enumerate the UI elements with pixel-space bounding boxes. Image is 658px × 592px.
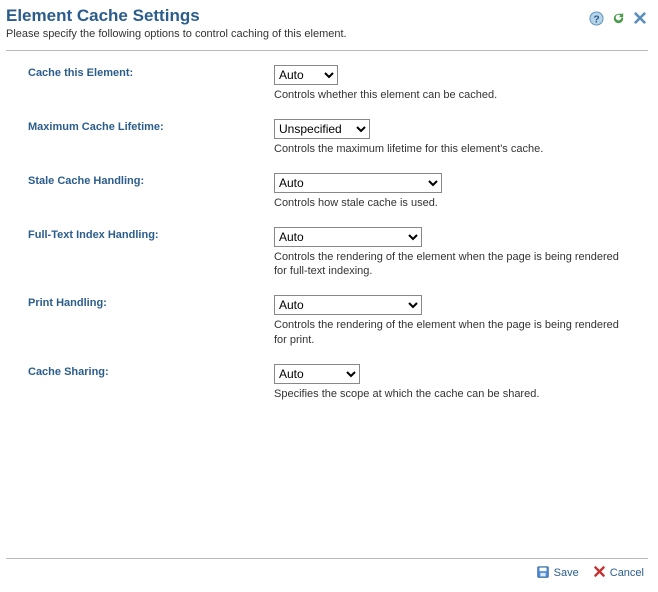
desc-print: Controls the rendering of the element wh… — [274, 318, 634, 348]
control-max-lifetime: Unspecified Controls the maximum lifetim… — [274, 119, 648, 157]
page-subtitle: Please specify the following options to … — [6, 28, 347, 40]
label-max-lifetime: Maximum Cache Lifetime: — [28, 119, 274, 133]
header: Element Cache Settings Please specify th… — [6, 6, 648, 46]
desc-max-lifetime: Controls the maximum lifetime for this e… — [274, 142, 634, 157]
footer: Save Cancel — [6, 565, 648, 584]
help-icon[interactable]: ? — [588, 10, 604, 26]
cancel-label: Cancel — [610, 567, 644, 579]
select-cache-this[interactable]: Auto — [274, 65, 338, 85]
label-stale: Stale Cache Handling: — [28, 173, 274, 187]
page-title: Element Cache Settings — [6, 6, 347, 26]
control-stale: Auto Controls how stale cache is used. — [274, 173, 648, 211]
select-print[interactable]: Auto — [274, 295, 422, 315]
cancel-icon — [593, 565, 606, 581]
divider — [6, 50, 648, 51]
svg-text:?: ? — [593, 14, 599, 25]
desc-fulltext: Controls the rendering of the element wh… — [274, 250, 634, 280]
select-fulltext[interactable]: Auto — [274, 227, 422, 247]
select-stale[interactable]: Auto — [274, 173, 442, 193]
desc-cache-this: Controls whether this element can be cac… — [274, 88, 634, 103]
cancel-button[interactable]: Cancel — [593, 565, 644, 581]
control-print: Auto Controls the rendering of the eleme… — [274, 295, 648, 348]
desc-stale: Controls how stale cache is used. — [274, 196, 634, 211]
save-icon — [536, 565, 550, 582]
label-sharing: Cache Sharing: — [28, 364, 274, 378]
control-fulltext: Auto Controls the rendering of the eleme… — [274, 227, 648, 280]
spacer — [6, 418, 648, 558]
label-cache-this: Cache this Element: — [28, 65, 274, 79]
header-actions: ? — [588, 6, 648, 26]
refresh-icon[interactable] — [610, 10, 626, 26]
save-button[interactable]: Save — [536, 565, 579, 582]
form: Cache this Element: Auto Controls whethe… — [6, 65, 648, 402]
settings-panel: Element Cache Settings Please specify th… — [0, 0, 658, 592]
header-text: Element Cache Settings Please specify th… — [6, 6, 347, 46]
close-icon[interactable] — [632, 10, 648, 26]
field-cache-this: Cache this Element: Auto Controls whethe… — [28, 65, 648, 103]
field-fulltext: Full-Text Index Handling: Auto Controls … — [28, 227, 648, 280]
save-label: Save — [554, 567, 579, 579]
control-cache-this: Auto Controls whether this element can b… — [274, 65, 648, 103]
field-print: Print Handling: Auto Controls the render… — [28, 295, 648, 348]
label-print: Print Handling: — [28, 295, 274, 309]
field-max-lifetime: Maximum Cache Lifetime: Unspecified Cont… — [28, 119, 648, 157]
label-fulltext: Full-Text Index Handling: — [28, 227, 274, 241]
field-sharing: Cache Sharing: Auto Specifies the scope … — [28, 364, 648, 402]
field-stale: Stale Cache Handling: Auto Controls how … — [28, 173, 648, 211]
select-max-lifetime[interactable]: Unspecified — [274, 119, 370, 139]
desc-sharing: Specifies the scope at which the cache c… — [274, 387, 634, 402]
select-sharing[interactable]: Auto — [274, 364, 360, 384]
control-sharing: Auto Specifies the scope at which the ca… — [274, 364, 648, 402]
